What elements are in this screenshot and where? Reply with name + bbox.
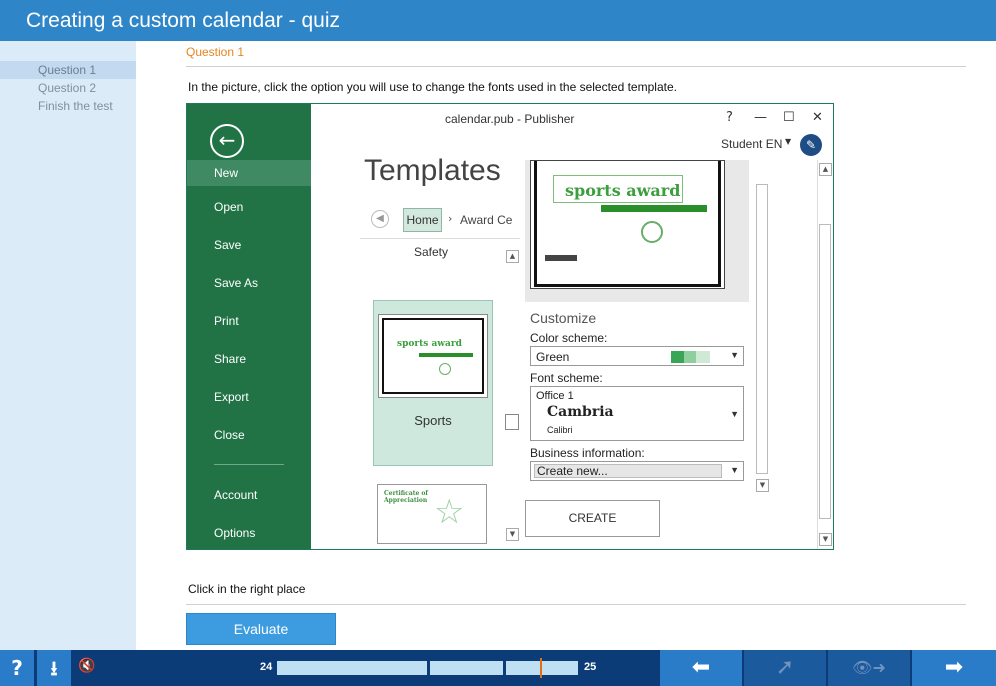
breadcrumb-divider <box>360 238 520 239</box>
question-title: Question 1 <box>186 45 245 59</box>
progress-marker <box>540 658 542 678</box>
template-thumbnail: sports award <box>378 314 488 398</box>
color-swatch <box>684 351 696 363</box>
scroll-down-icon[interactable]: ▼ <box>819 533 832 546</box>
minimize-icon[interactable]: — <box>754 110 767 125</box>
star-icon: ☆ <box>434 492 465 532</box>
help-icon[interactable]: ? <box>726 110 733 125</box>
scroll-up-icon[interactable]: ▲ <box>819 163 832 176</box>
business-info-label: Business information: <box>530 446 645 460</box>
category-label: Safety <box>414 245 449 259</box>
menu-separator <box>214 464 284 465</box>
progress-segment <box>277 661 427 675</box>
sidebar-item-question-2[interactable]: Question 2 <box>0 79 136 97</box>
progress-start: 24 <box>260 661 273 673</box>
back-arrow-icon[interactable]: ← <box>210 124 244 158</box>
menu-close[interactable]: Close <box>187 422 311 448</box>
template-tile-certificate[interactable]: Certificate of Appreciation ☆ <box>377 484 487 544</box>
chevron-down-icon[interactable]: ▼ <box>785 137 791 146</box>
close-icon[interactable]: ✕ <box>812 110 823 125</box>
color-scheme-value: Green <box>536 350 570 364</box>
publisher-screenshot[interactable]: ← New Open Save Save As Print Share Expo… <box>186 103 834 550</box>
font-body-sample: Calibri <box>547 425 573 435</box>
sidebar-item-question-1[interactable]: Question 1 <box>0 61 136 79</box>
font-scheme-label: Font scheme: <box>530 371 603 385</box>
progress-segment <box>430 661 503 675</box>
show-answer-icon[interactable]: 👁➜ <box>828 650 910 686</box>
divider <box>186 66 966 67</box>
color-swatch <box>696 351 710 363</box>
publisher-window-title: calendar.pub - Publisher <box>445 112 575 126</box>
menu-save[interactable]: Save <box>187 232 311 258</box>
menu-share[interactable]: Share <box>187 346 311 372</box>
progress-segment <box>506 661 578 675</box>
backstage-menu: ← New Open Save Save As Print Share Expo… <box>187 104 311 549</box>
template-checkbox[interactable] <box>505 414 519 430</box>
menu-open[interactable]: Open <box>187 194 311 220</box>
maximize-icon[interactable]: ☐ <box>783 110 795 125</box>
window-title: Creating a custom calendar - quiz <box>0 0 996 41</box>
font-scheme-dropdown[interactable]: Office 1 Cambria Calibri ▼ <box>530 386 744 441</box>
preview-title: sports award <box>565 181 681 200</box>
progress-end: 25 <box>584 661 597 673</box>
download-icon[interactable]: ⭳ <box>37 650 71 686</box>
menu-new[interactable]: New <box>187 160 311 186</box>
chevron-down-icon: ▼ <box>730 465 739 475</box>
color-scheme-label: Color scheme: <box>530 331 608 345</box>
divider <box>186 604 966 605</box>
question-hint: Click in the right place <box>188 582 306 596</box>
business-info-value: Create new... <box>534 464 722 478</box>
breadcrumb-award[interactable]: Award Ce <box>460 213 512 227</box>
preview-scrollbar[interactable] <box>756 184 768 474</box>
template-label: Sports <box>414 413 452 428</box>
scroll-up-icon[interactable]: ▲ <box>506 250 519 263</box>
chevron-right-icon: › <box>448 212 453 225</box>
business-info-dropdown[interactable]: Create new... ▼ <box>530 461 744 481</box>
font-heading-sample: Cambria <box>547 404 614 420</box>
evaluate-button[interactable]: Evaluate <box>186 613 336 645</box>
scroll-down-icon[interactable]: ▼ <box>506 528 519 541</box>
breadcrumb-home[interactable]: Home <box>403 208 442 232</box>
menu-account[interactable]: Account <box>187 482 311 508</box>
profile-icon[interactable]: ✎ <box>800 134 822 156</box>
color-swatch <box>671 351 684 363</box>
window-scrollbar-thumb[interactable] <box>819 224 831 519</box>
previous-arrow-icon[interactable]: ⬅ <box>660 650 742 686</box>
cert-thumb-title: Certificate of Appreciation <box>384 490 428 504</box>
chevron-down-icon: ▼ <box>730 350 739 360</box>
bottom-toolbar: ? ⭳ 🔇 24 25 ⬅ ➚ 👁➜ ➡ <box>0 650 996 686</box>
menu-options[interactable]: Options <box>187 520 311 546</box>
pointer-icon[interactable]: ➚ <box>744 650 826 686</box>
back-nav-icon[interactable]: ◀ <box>371 210 389 228</box>
help-icon[interactable]: ? <box>0 650 34 686</box>
question-sidebar: Question 1 Question 2 Finish the test <box>0 41 136 650</box>
thumb-title: sports award <box>397 339 462 349</box>
scroll-down-icon[interactable]: ▼ <box>756 479 769 492</box>
sidebar-item-finish[interactable]: Finish the test <box>0 97 136 115</box>
next-arrow-icon[interactable]: ➡ <box>912 650 996 686</box>
chevron-down-icon: ▼ <box>730 409 739 419</box>
sound-muted-icon[interactable]: 🔇 <box>78 658 95 674</box>
template-tile-sports[interactable]: sports award Sports <box>373 300 493 466</box>
template-preview: sports award <box>530 160 725 289</box>
account-name[interactable]: Student EN <box>721 137 782 151</box>
create-button[interactable]: CREATE <box>525 500 660 537</box>
font-scheme-name: Office 1 <box>536 390 574 402</box>
color-scheme-dropdown[interactable]: Green ▼ <box>530 346 744 366</box>
customize-heading: Customize <box>530 310 597 326</box>
menu-print[interactable]: Print <box>187 308 311 334</box>
menu-export[interactable]: Export <box>187 384 311 410</box>
soccer-ball-icon <box>641 221 663 243</box>
menu-save-as[interactable]: Save As <box>187 270 311 296</box>
question-instruction: In the picture, click the option you wil… <box>188 80 677 94</box>
templates-heading: Templates <box>364 154 501 187</box>
